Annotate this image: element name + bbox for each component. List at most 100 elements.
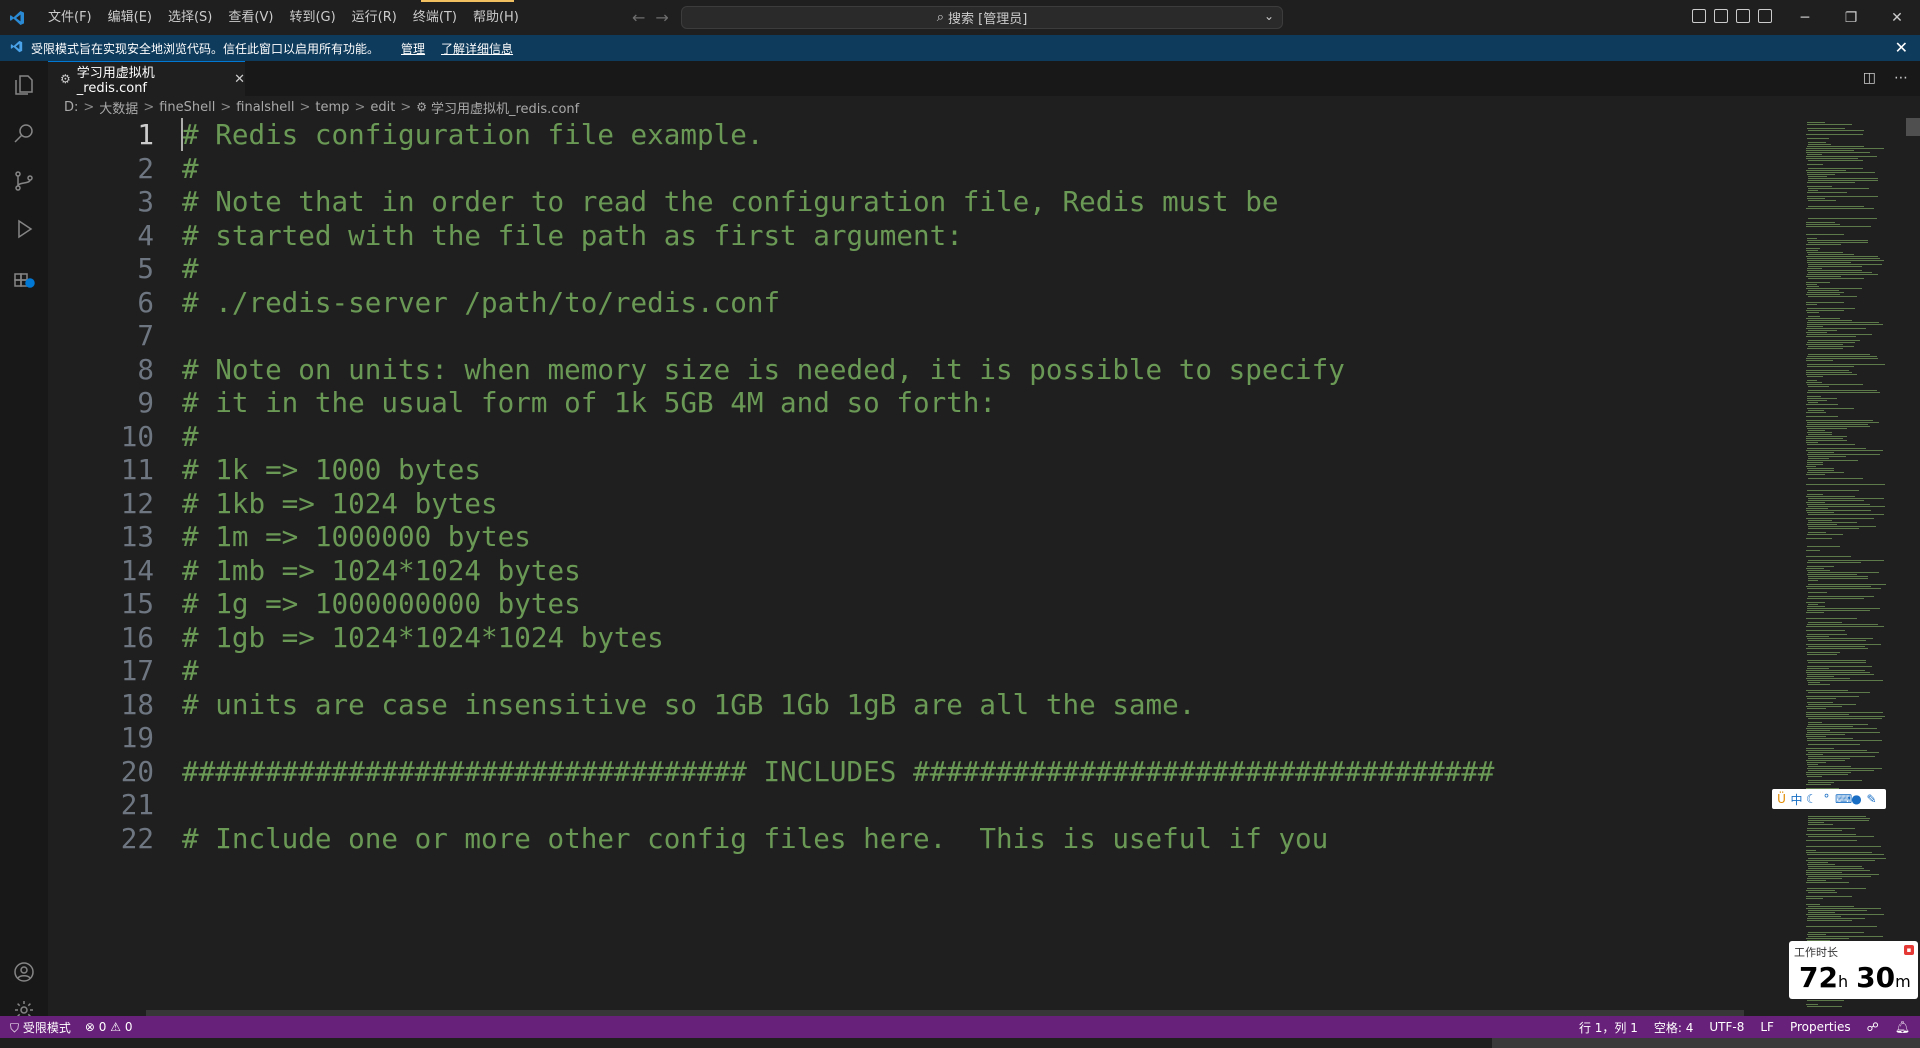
minimap-line: [1807, 776, 1822, 777]
minimap-line: [1806, 234, 1844, 235]
toggle-secondary-sidebar-icon[interactable]: [1736, 9, 1750, 23]
toggle-sidebar-icon[interactable]: [1692, 9, 1706, 23]
toggle-panel-icon[interactable]: [1714, 9, 1728, 23]
breadcrumb-item[interactable]: 大数据: [99, 98, 138, 117]
minimap-line: [1806, 440, 1847, 441]
banner-learn-more-link[interactable]: 了解详细信息: [441, 40, 513, 57]
scrollbar-thumb[interactable]: [1906, 118, 1920, 136]
menu-item[interactable]: 终端(T): [405, 0, 465, 35]
menu-item[interactable]: 编辑(E): [100, 0, 160, 35]
close-banner-icon[interactable]: ✕: [1895, 38, 1908, 57]
minimap-line: [1806, 344, 1843, 345]
ime-tools-icon[interactable]: ✎: [1865, 792, 1878, 806]
minimap-line: [1806, 882, 1849, 883]
feedback-icon[interactable]: ☍: [1867, 1020, 1879, 1034]
cursor-position[interactable]: 行 1，列 1: [1579, 1019, 1638, 1036]
menu-item[interactable]: 运行(R): [344, 0, 405, 35]
back-arrow-icon[interactable]: ←: [632, 8, 645, 27]
layout-controls: [1692, 9, 1772, 23]
more-actions-icon[interactable]: ⋯: [1894, 70, 1908, 86]
search-icon: ⌕: [936, 10, 944, 25]
end-of-line[interactable]: LF: [1760, 1020, 1774, 1034]
minimap-line: [1808, 430, 1825, 431]
editor-actions: ◫ ⋯: [1863, 70, 1908, 86]
ime-chinese-mode-icon[interactable]: 中: [1790, 791, 1803, 808]
minimap-line: [1808, 816, 1866, 817]
minimap-line: [1808, 580, 1818, 581]
problems-status[interactable]: ⊗ 0 ⚠ 0: [85, 1020, 133, 1034]
ime-user-icon[interactable]: ●: [1850, 792, 1863, 806]
breadcrumb-item[interactable]: edit: [370, 100, 395, 115]
minimap-line: [1807, 934, 1826, 935]
minimap-line: [1806, 750, 1867, 751]
source-control-icon[interactable]: [0, 157, 48, 205]
minimap-line: [1806, 276, 1841, 277]
breadcrumb-item[interactable]: fineShell: [159, 100, 215, 115]
minimap-line: [1806, 678, 1850, 679]
chevron-down-icon[interactable]: ⌄: [1264, 9, 1274, 23]
minimap-line: [1808, 206, 1864, 207]
breadcrumb-item[interactable]: finalshell: [236, 100, 294, 115]
minimap-line: [1806, 310, 1844, 311]
restricted-mode-status[interactable]: ⛉ 受限模式: [10, 1019, 71, 1036]
extensions-icon[interactable]: [0, 253, 48, 301]
minimap-line: [1808, 402, 1818, 403]
minimap-line: [1806, 784, 1831, 785]
ime-keyboard-icon[interactable]: ⌨: [1835, 792, 1852, 806]
work-time-value: 72h 30m: [1799, 961, 1919, 994]
ime-moon-icon[interactable]: ☾: [1805, 792, 1818, 806]
minimap-line: [1808, 892, 1837, 893]
split-editor-icon[interactable]: ◫: [1863, 70, 1876, 86]
minimap-line: [1807, 312, 1819, 313]
forward-arrow-icon[interactable]: →: [655, 8, 668, 27]
minimap-line: [1807, 326, 1823, 327]
minimap-line: [1808, 704, 1856, 705]
explorer-icon[interactable]: [0, 61, 48, 109]
breadcrumb-item[interactable]: temp: [315, 100, 349, 115]
search-icon[interactable]: [0, 109, 48, 157]
code-editor[interactable]: 1 # Redis configuration file example. 2 #3 #…: [48, 118, 1798, 1016]
work-time-widget[interactable]: 工作时长 ▪ 72h 30m: [1789, 941, 1918, 999]
menu-item[interactable]: 查看(V): [220, 0, 281, 35]
minimap[interactable]: [1798, 118, 1906, 1016]
minimap-line: [1808, 178, 1878, 179]
customize-layout-icon[interactable]: [1758, 9, 1772, 23]
command-center-search[interactable]: ⌕ 搜索 [管理员] ⌄: [681, 6, 1283, 29]
menu-item[interactable]: 转到(G): [281, 0, 343, 35]
notifications-bell-icon[interactable]: 🔔︎: [1895, 1020, 1910, 1034]
restore-icon[interactable]: ❐: [1828, 0, 1874, 35]
minimap-line: [1806, 420, 1873, 421]
minimap-line: [1808, 330, 1837, 331]
minimap-line: [1808, 912, 1835, 913]
vscode-logo-icon: [0, 0, 34, 35]
minimap-line: [1806, 284, 1817, 285]
breadcrumb-separator-icon: >: [83, 99, 95, 115]
close-window-icon[interactable]: ✕: [1874, 0, 1920, 35]
minimap-line: [1806, 602, 1825, 603]
banner-manage-link[interactable]: 管理: [401, 40, 425, 57]
menu-item[interactable]: 文件(F): [40, 0, 100, 35]
menu-item[interactable]: 帮助(H): [465, 0, 527, 35]
encoding[interactable]: UTF-8: [1709, 1020, 1744, 1034]
minimap-line: [1806, 358, 1878, 359]
run-debug-icon[interactable]: [0, 205, 48, 253]
ime-toolbar[interactable]: Ü 中 ☾ ° ⌨ ● ✎: [1772, 789, 1886, 809]
minimap-line: [1806, 890, 1835, 891]
minimap-line: [1808, 264, 1882, 265]
minimap-line: [1807, 468, 1834, 469]
editor-tab[interactable]: ⚙ 学习用虚拟机_redis.conf ✕: [48, 61, 245, 96]
minimap-line: [1807, 652, 1840, 653]
menu-item[interactable]: 选择(S): [160, 0, 220, 35]
minimap-line: [1807, 196, 1878, 197]
minimize-icon[interactable]: ─: [1782, 0, 1828, 35]
vertical-scrollbar[interactable]: [1906, 118, 1920, 1016]
indentation[interactable]: 空格: 4: [1654, 1019, 1694, 1036]
breadcrumb-item[interactable]: D:: [64, 100, 78, 115]
code-line[interactable]: 22 # Include one or more other config fil…: [48, 818, 1798, 859]
ime-punctuation-icon[interactable]: °: [1820, 792, 1833, 806]
close-tab-icon[interactable]: ✕: [234, 72, 245, 87]
breadcrumb-item[interactable]: 学习用虚拟机_redis.conf: [431, 98, 579, 117]
minimap-line: [1808, 218, 1877, 219]
language-mode[interactable]: Properties: [1790, 1020, 1851, 1034]
ime-logo-icon[interactable]: Ü: [1775, 792, 1788, 806]
